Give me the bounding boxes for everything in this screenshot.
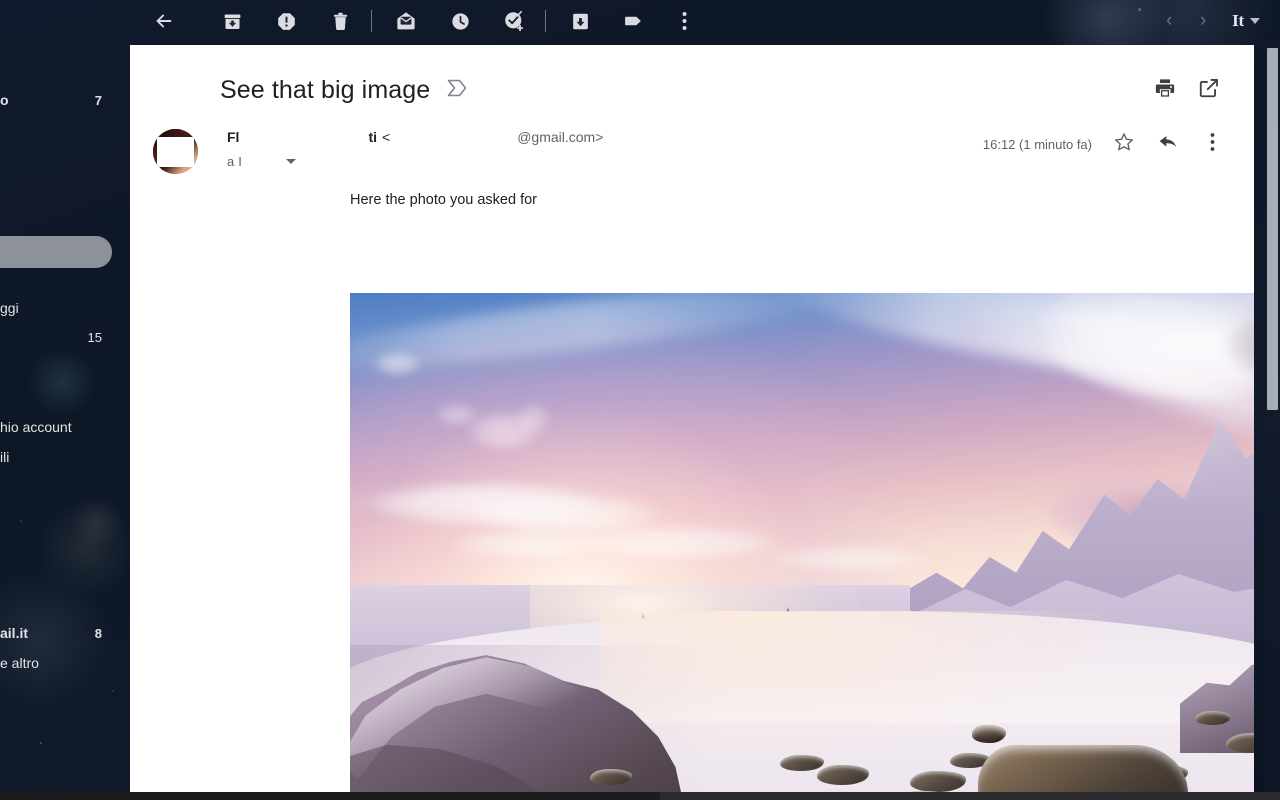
language-label: It <box>1232 11 1244 30</box>
page-title: See that big image <box>220 75 431 104</box>
reply-arrow-icon <box>1157 131 1179 158</box>
sidebar-item-count: 8 <box>94 625 102 641</box>
trash-icon <box>330 11 351 32</box>
language-selector[interactable]: It <box>1232 11 1260 31</box>
sidebar-item-count: 15 <box>87 330 102 345</box>
more-vertical-icon <box>682 11 687 31</box>
subject-actions <box>1152 77 1254 103</box>
email-meta-actions: 16:12 (1 minuto fa) <box>983 129 1254 156</box>
labels-button[interactable] <box>612 1 656 41</box>
snow-warm-light <box>600 611 1120 761</box>
toolbar-more-options-button[interactable] <box>662 1 706 41</box>
toolbar-divider-1 <box>371 10 372 32</box>
chevron-left-icon: ‹ <box>1165 10 1173 31</box>
sidebar: o 7 ggi 15 hio account ili ail.it 8 e al… <box>0 0 130 800</box>
email-reading-pane: See that big image Fl ti < @gmail.com> a… <box>130 45 1254 800</box>
inbox-chevron-icon <box>445 77 469 104</box>
scrollbar-thumb[interactable] <box>1267 48 1278 410</box>
move-to-button[interactable] <box>558 1 602 41</box>
open-in-new-window-button[interactable] <box>1196 77 1222 103</box>
more-vertical-icon <box>1210 132 1215 157</box>
arrow-left-icon <box>153 10 175 32</box>
sidebar-item-label: hio account <box>0 419 72 435</box>
chevron-down-icon <box>1250 18 1260 24</box>
window-bottom-strip-right <box>660 792 1280 800</box>
delete-button[interactable] <box>318 1 362 41</box>
clock-icon <box>450 11 471 32</box>
reply-button[interactable] <box>1156 132 1180 156</box>
sidebar-item-5[interactable]: ail.it 8 <box>0 625 130 641</box>
next-email-button[interactable]: › <box>1186 1 1220 41</box>
archive-icon <box>222 11 243 32</box>
sidebar-item-2[interactable]: 15 <box>0 330 130 345</box>
subject-row: See that big image <box>130 45 1254 107</box>
sidebar-item-6[interactable]: e altro <box>0 655 130 671</box>
sidebar-item-0[interactable]: o 7 <box>0 92 130 108</box>
printer-icon <box>1154 77 1176 104</box>
sender-identity-line: Fl ti < @gmail.com> <box>227 129 983 145</box>
move-to-folder-icon <box>570 11 591 32</box>
attached-image-canvas <box>350 293 1254 800</box>
report-spam-icon <box>276 11 297 32</box>
inbox-chip[interactable] <box>445 77 469 104</box>
sender-angle-open: < <box>382 129 391 145</box>
sender-row: Fl ti < @gmail.com> a I 16:12 (1 minuto … <box>130 107 1254 174</box>
add-to-tasks-button[interactable] <box>492 1 536 41</box>
toolbar-divider-2 <box>545 10 546 32</box>
star-outline-icon <box>1113 131 1135 158</box>
sidebar-item-count: 7 <box>94 92 102 108</box>
sidebar-item-selected[interactable] <box>0 236 112 268</box>
timestamp: 16:12 (1 minuto fa) <box>982 136 1092 152</box>
label-tag-icon <box>623 10 645 32</box>
mark-unread-button[interactable] <box>384 1 428 41</box>
sender-info: Fl ti < @gmail.com> a I <box>227 129 983 169</box>
sidebar-item-label: ail.it <box>0 625 29 641</box>
sender-name: Fl <box>227 129 240 145</box>
chevron-down-icon[interactable] <box>286 159 297 164</box>
recipient-line: a I <box>227 154 983 169</box>
avatar[interactable] <box>153 129 198 174</box>
recipient-label: a I <box>227 154 243 169</box>
star-button[interactable] <box>1112 132 1136 156</box>
avatar-redaction <box>157 137 194 167</box>
snooze-button[interactable] <box>438 1 482 41</box>
sender-name-2: ti <box>368 129 378 145</box>
sidebar-item-label: ggi <box>0 300 19 316</box>
mark-unread-icon <box>395 10 417 32</box>
previous-email-button[interactable]: ‹ <box>1152 1 1186 41</box>
archive-button[interactable] <box>210 1 254 41</box>
back-to-inbox-button[interactable] <box>142 1 186 41</box>
sidebar-item-label: ili <box>0 449 10 465</box>
print-button[interactable] <box>1152 77 1178 103</box>
sidebar-item-label: e altro <box>0 655 39 671</box>
toolbar-right-group: ‹ › It <box>1152 1 1280 41</box>
sidebar-item-1[interactable]: ggi <box>0 300 130 316</box>
open-in-new-icon <box>1198 77 1220 104</box>
sidebar-item-4[interactable]: ili <box>0 449 130 465</box>
sender-email-domain: @gmail.com> <box>517 129 604 145</box>
sidebar-item-label: o <box>0 92 9 108</box>
chevron-right-icon: › <box>1199 10 1207 31</box>
report-spam-button[interactable] <box>264 1 308 41</box>
sidebar-item-3[interactable]: hio account <box>0 419 130 435</box>
add-task-icon <box>503 10 525 32</box>
attached-image[interactable] <box>350 293 1254 800</box>
email-more-options-button[interactable] <box>1200 132 1224 156</box>
email-toolbar: ‹ › It <box>0 0 1280 42</box>
email-body-text: Here the photo you asked for <box>350 192 538 208</box>
